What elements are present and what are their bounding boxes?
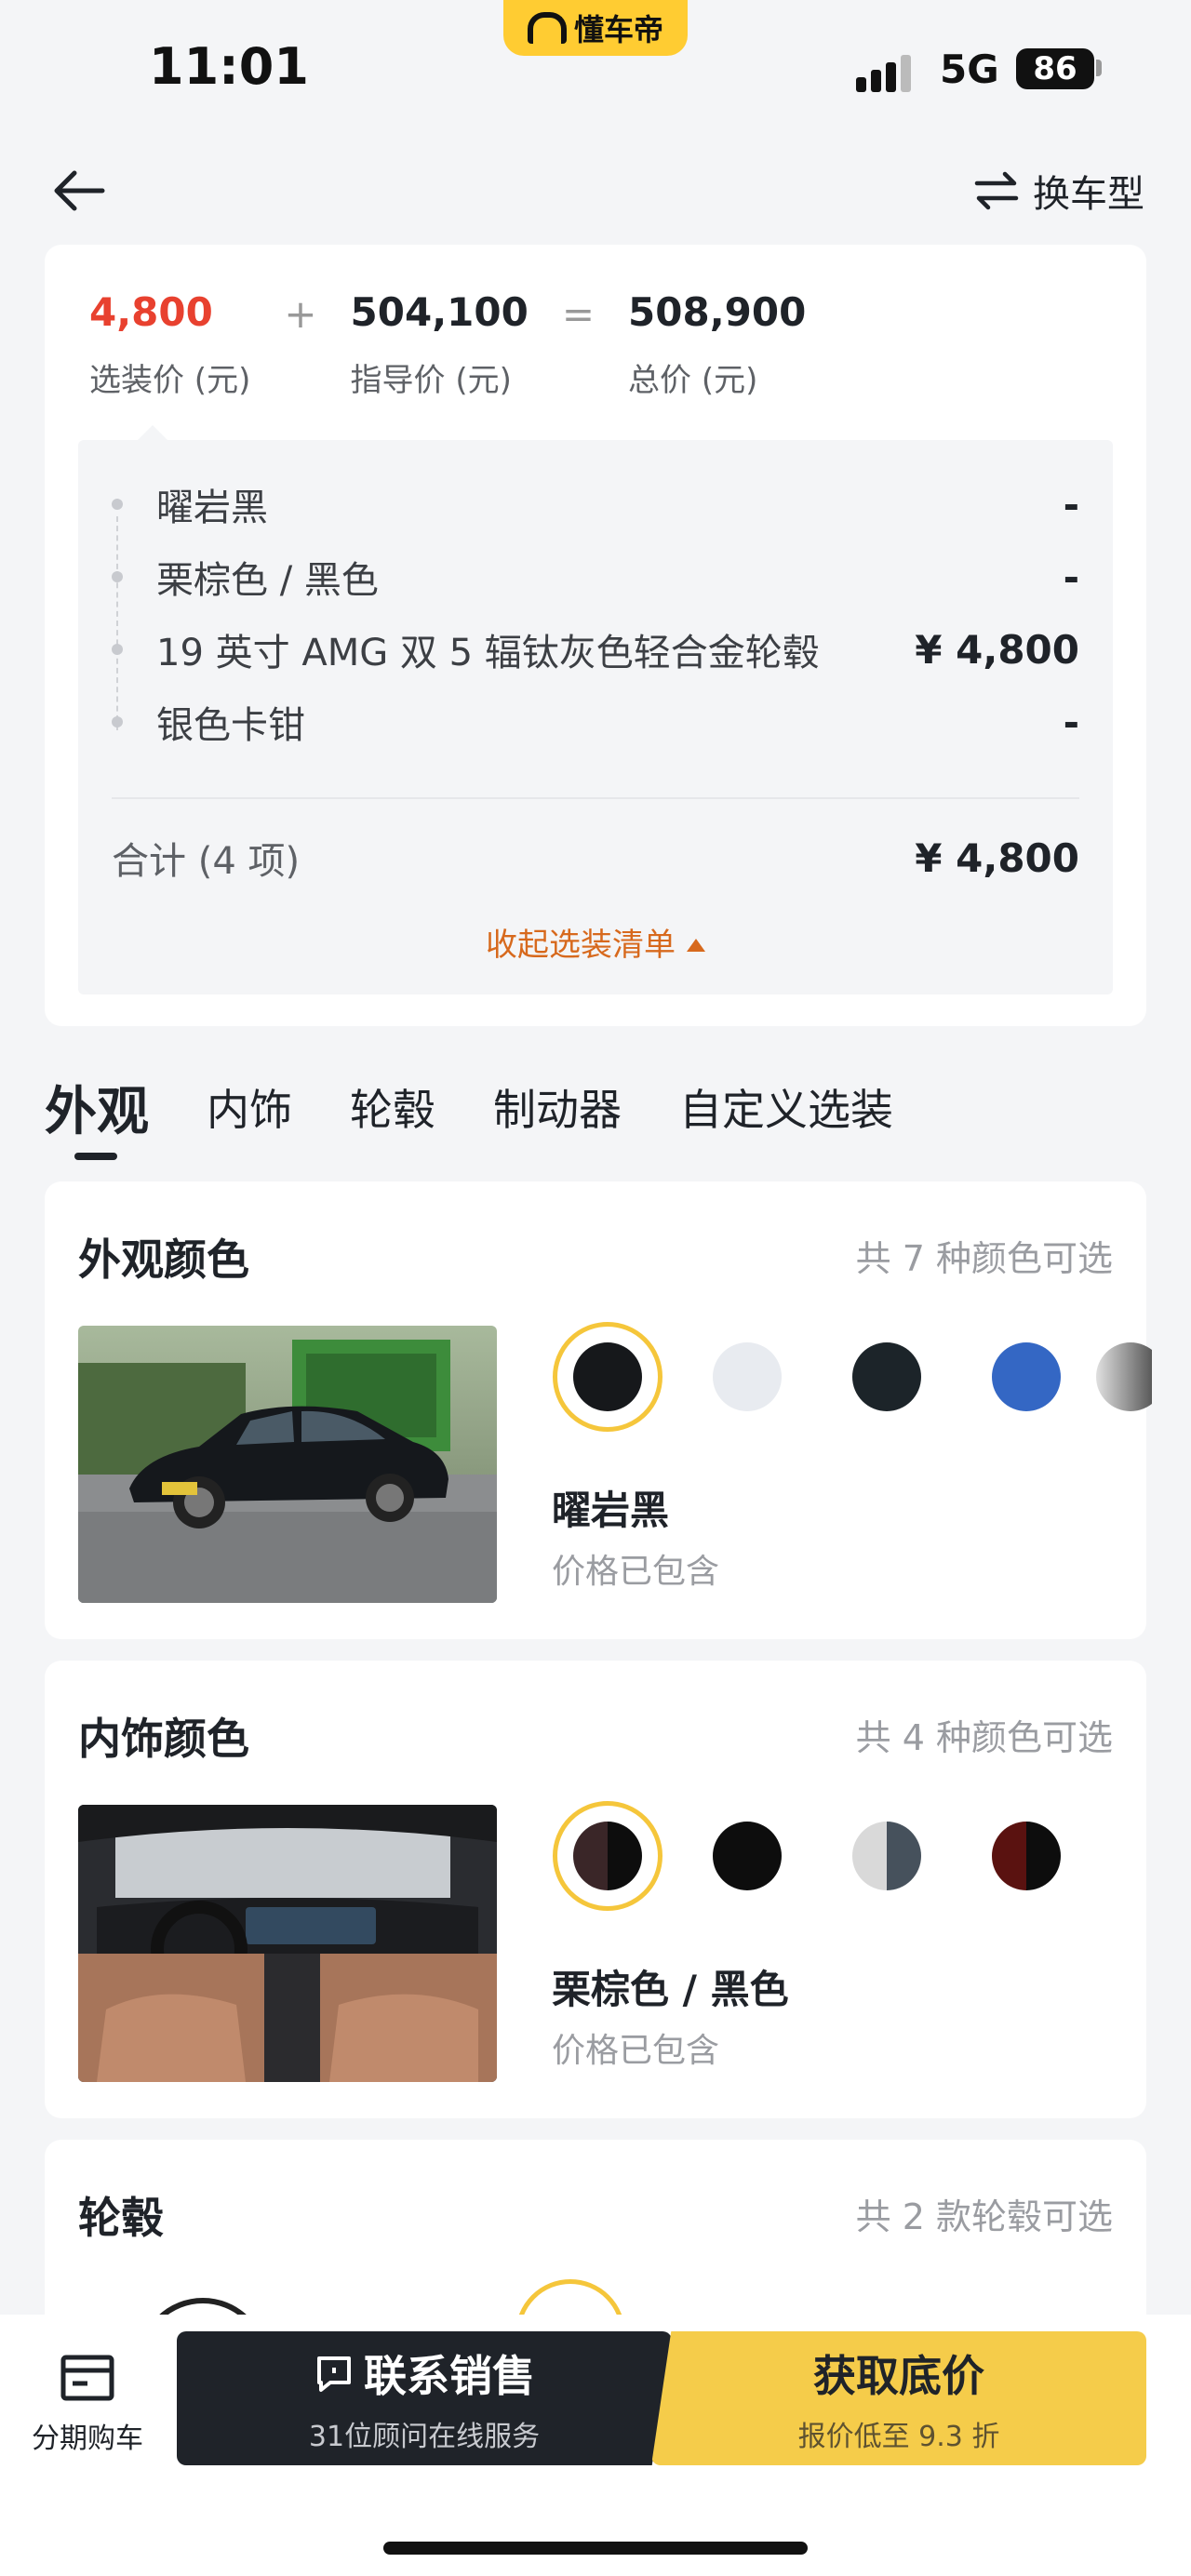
- get-lowest-price-label: 获取底价: [813, 2351, 984, 2401]
- option-item-name: 曜岩黑: [156, 487, 268, 529]
- tab-brakes[interactable]: 制动器: [493, 1076, 622, 1138]
- price-formula: 4,800 选装价 (元) + 504,100 指导价 (元) = 508,90…: [89, 289, 806, 400]
- tab-custom-options[interactable]: 自定义选装: [679, 1076, 893, 1138]
- exterior-color-card: 外观颜色 共 7 种颜色可选 曜岩黑 价格已包含: [45, 1181, 1152, 1639]
- interior-swatches: [538, 1800, 1096, 1912]
- arrow-left-icon: [54, 170, 105, 211]
- total-price: 508,900: [628, 289, 807, 335]
- home-indicator: [383, 2542, 808, 2555]
- tab-interior[interactable]: 内饰: [207, 1076, 292, 1138]
- installment-card-icon: [60, 2355, 114, 2401]
- get-lowest-price-sub: 报价低至 9.3 折: [797, 2421, 1000, 2453]
- bottom-action-bar: 分期购车 联系销售 31位顾问在线服务 获取底价 报价低至 9.3 折: [0, 2315, 1191, 2576]
- option-total-label: 合计 (4 项): [112, 840, 301, 883]
- option-item-price: -: [1063, 481, 1079, 527]
- section-count: 共 4 种颜色可选: [855, 1717, 1113, 1758]
- section-title: 外观颜色: [78, 1235, 249, 1285]
- swatch-obsidian-black: [573, 1342, 642, 1411]
- guide-price: 504,100: [350, 289, 529, 335]
- guide-price-label: 指导价 (元): [350, 362, 512, 399]
- selected-color-note: 价格已包含: [552, 2032, 720, 2070]
- caret-up-icon: [687, 939, 705, 952]
- color-swatch-selected[interactable]: [553, 1322, 662, 1432]
- selected-color-name: 曜岩黑: [552, 1488, 670, 1533]
- equals-sign: =: [561, 291, 596, 337]
- option-list: 曜岩黑 - 栗棕色 / 黑色 - 19 英寸 AMG 双 5 辐钛灰色轻合金轮毂…: [78, 440, 1113, 994]
- option-item-price: ¥ 4,800: [915, 626, 1079, 673]
- color-swatch[interactable]: [852, 1822, 921, 1890]
- brand-pill: 懂车帝: [503, 0, 688, 56]
- option-list-caret: [138, 425, 167, 440]
- option-item: 栗棕色 / 黑色 -: [112, 541, 1079, 613]
- selected-color-name: 栗棕色 / 黑色: [552, 1967, 789, 2012]
- plus-sign: +: [284, 291, 317, 337]
- color-swatch[interactable]: [992, 1822, 1061, 1890]
- brand-name: 懂车帝: [573, 12, 663, 47]
- color-swatch-selected[interactable]: [553, 1801, 662, 1911]
- finance-button[interactable]: 分期购车: [22, 2352, 153, 2456]
- contact-sales-button[interactable]: 联系销售 31位顾问在线服务: [177, 2331, 672, 2465]
- option-divider: [112, 797, 1079, 799]
- total-price-label: 总价 (元): [628, 362, 758, 399]
- option-item: 曜岩黑 -: [112, 468, 1079, 541]
- config-tabs: 外观 内饰 轮毂 制动器 自定义选装: [45, 1061, 893, 1160]
- option-total-row: 合计 (4 项) ¥ 4,800: [112, 831, 1079, 885]
- signal-icon: [856, 51, 921, 92]
- option-item-name: 19 英寸 AMG 双 5 辐钛灰色轻合金轮毂: [156, 632, 820, 674]
- option-item-name: 银色卡钳: [156, 704, 305, 747]
- get-lowest-price-button[interactable]: 获取底价 报价低至 9.3 折: [651, 2331, 1146, 2465]
- contact-sales-label: 联系销售: [364, 2351, 535, 2401]
- option-price-label: 选装价 (元): [89, 362, 251, 399]
- nav-bar: 换车型: [0, 140, 1191, 242]
- section-count: 共 7 种颜色可选: [855, 1238, 1113, 1279]
- option-total-price: ¥ 4,800: [915, 834, 1079, 881]
- color-swatch[interactable]: [852, 1342, 921, 1411]
- swatch-chestnut-black: [573, 1822, 642, 1890]
- option-price: 4,800: [89, 289, 213, 335]
- collapse-label: 收起选装清单: [486, 927, 676, 964]
- option-item-name: 栗棕色 / 黑色: [156, 559, 379, 602]
- interior-car-image: [78, 1805, 497, 2082]
- option-item-price: -: [1063, 699, 1079, 745]
- status-time: 11:01: [149, 37, 309, 96]
- back-button[interactable]: [47, 158, 112, 223]
- finance-label: 分期购车: [32, 2423, 143, 2455]
- option-item: 19 英寸 AMG 双 5 辐钛灰色轻合金轮毂 ¥ 4,800: [112, 613, 1079, 686]
- price-summary-card: 4,800 选装价 (元) + 504,100 指导价 (元) = 508,90…: [45, 245, 1146, 1026]
- battery-level: 86: [1016, 48, 1094, 89]
- selected-color-note: 价格已包含: [552, 1553, 720, 1591]
- network-label: 5G: [940, 47, 999, 92]
- color-swatch[interactable]: [713, 1822, 782, 1890]
- status-bar: 11:01 懂车帝 5G 86: [0, 0, 1191, 140]
- brand-logo-icon: [527, 12, 567, 44]
- section-title: 轮毂: [78, 2193, 164, 2243]
- tab-exterior[interactable]: 外观: [45, 1070, 149, 1160]
- color-swatch[interactable]: [992, 1342, 1061, 1411]
- battery-tip: [1096, 60, 1102, 76]
- option-item: 银色卡钳 -: [112, 686, 1079, 758]
- exterior-swatches: [538, 1321, 1152, 1433]
- exterior-car-image: [78, 1326, 497, 1603]
- section-count: 共 2 款轮毂可选: [855, 2196, 1113, 2237]
- tab-wheels[interactable]: 轮毂: [350, 1076, 435, 1138]
- collapse-option-list-button[interactable]: 收起选装清单: [78, 919, 1113, 965]
- color-swatch[interactable]: [1096, 1342, 1152, 1411]
- section-title: 内饰颜色: [78, 1714, 249, 1764]
- switch-model-button[interactable]: 换车型: [973, 160, 1144, 221]
- interior-color-card: 内饰颜色 共 4 种颜色可选 栗棕色 / 黑色 价格已包含: [45, 1661, 1146, 2118]
- color-swatch[interactable]: [713, 1342, 782, 1411]
- chat-icon: [317, 2356, 351, 2392]
- switch-model-label: 换车型: [1033, 173, 1144, 216]
- swap-icon: [974, 171, 1019, 210]
- option-item-price: -: [1063, 554, 1079, 600]
- contact-sales-sub: 31位顾问在线服务: [308, 2421, 541, 2453]
